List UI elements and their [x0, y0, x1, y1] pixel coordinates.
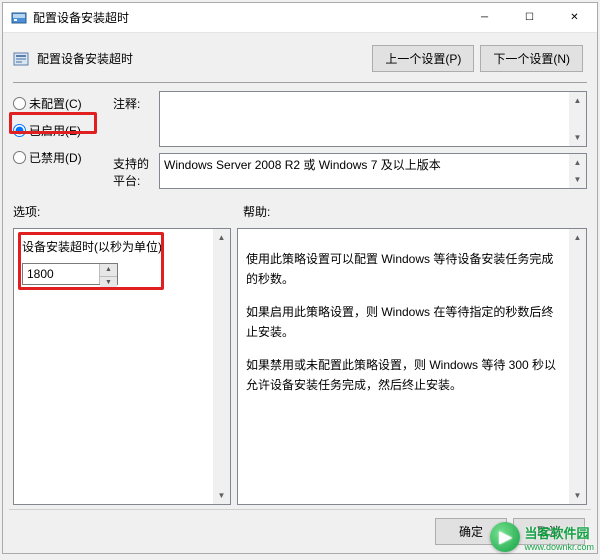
- timeout-input[interactable]: [23, 264, 99, 284]
- scroll-down-icon[interactable]: ▼: [569, 129, 586, 146]
- supported-field: Windows Server 2008 R2 或 Windows 7 及以上版本…: [159, 153, 587, 189]
- app-icon: [11, 10, 27, 26]
- radio-not-configured[interactable]: 未配置(C): [13, 95, 113, 112]
- help-panel: 使用此策略设置可以配置 Windows 等待设备安装任务完成的秒数。 如果启用此…: [237, 228, 587, 505]
- scrollbar[interactable]: ▲ ▼: [569, 229, 586, 504]
- policy-title: 配置设备安装超时: [37, 50, 364, 67]
- radio-disabled-label: 已禁用(D): [29, 149, 82, 166]
- radio-enabled-label: 已启用(E): [29, 122, 81, 139]
- divider: [13, 82, 587, 83]
- timeout-label: 设备安装超时(以秒为单位): [22, 237, 205, 257]
- radio-not-configured-input[interactable]: [13, 97, 26, 110]
- scroll-up-icon[interactable]: ▲: [569, 92, 586, 109]
- timeout-spinner[interactable]: ▲ ▼: [22, 263, 118, 285]
- comment-field[interactable]: ▲ ▼: [159, 91, 587, 147]
- radio-enabled[interactable]: 已启用(E): [13, 122, 113, 139]
- prev-setting-button[interactable]: 上一个设置(P): [372, 45, 474, 72]
- watermark-url: www.downkr.com: [524, 542, 594, 552]
- help-paragraph: 如果启用此策略设置，则 Windows 在等待指定的秒数后终止安装。: [246, 302, 561, 343]
- supported-text: Windows Server 2008 R2 或 Windows 7 及以上版本: [160, 154, 569, 188]
- scroll-down-icon[interactable]: ▼: [569, 487, 586, 504]
- close-button[interactable]: ✕: [552, 3, 597, 32]
- help-paragraph: 使用此策略设置可以配置 Windows 等待设备安装任务完成的秒数。: [246, 249, 561, 290]
- window-title: 配置设备安装超时: [33, 9, 462, 26]
- policy-icon: [13, 51, 29, 67]
- spin-down-button[interactable]: ▼: [100, 277, 117, 289]
- watermark: ▶ 当客软件园 www.downkr.com: [490, 522, 594, 552]
- radio-disabled[interactable]: 已禁用(D): [13, 149, 113, 166]
- scroll-up-icon[interactable]: ▲: [213, 229, 230, 246]
- help-paragraph: 如果禁用或未配置此策略设置，则 Windows 等待 300 秒以允许设备安装任…: [246, 355, 561, 396]
- spin-up-button[interactable]: ▲: [100, 264, 117, 277]
- maximize-button[interactable]: ☐: [507, 3, 552, 32]
- scroll-down-icon[interactable]: ▼: [213, 487, 230, 504]
- scrollbar[interactable]: ▲ ▼: [569, 154, 586, 188]
- radio-enabled-input[interactable]: [13, 124, 26, 137]
- radio-not-configured-label: 未配置(C): [29, 95, 82, 112]
- scroll-up-icon[interactable]: ▲: [569, 154, 586, 171]
- scrollbar[interactable]: ▲ ▼: [569, 92, 586, 146]
- scroll-up-icon[interactable]: ▲: [569, 229, 586, 246]
- minimize-button[interactable]: ─: [462, 3, 507, 32]
- comment-text: [160, 92, 569, 146]
- scroll-down-icon[interactable]: ▼: [569, 171, 586, 188]
- watermark-logo-icon: ▶: [490, 522, 520, 552]
- options-label: 选项:: [13, 203, 243, 220]
- watermark-site: 当客软件园: [524, 523, 594, 542]
- next-setting-button[interactable]: 下一个设置(N): [480, 45, 583, 72]
- titlebar: 配置设备安装超时 ─ ☐ ✕: [3, 3, 597, 33]
- help-label: 帮助:: [243, 203, 270, 220]
- supported-label: 支持的平台:: [113, 153, 159, 189]
- comment-label: 注释:: [113, 91, 159, 112]
- radio-disabled-input[interactable]: [13, 151, 26, 164]
- scrollbar[interactable]: ▲ ▼: [213, 229, 230, 504]
- options-panel: 设备安装超时(以秒为单位) ▲ ▼ ▲ ▼: [13, 228, 231, 505]
